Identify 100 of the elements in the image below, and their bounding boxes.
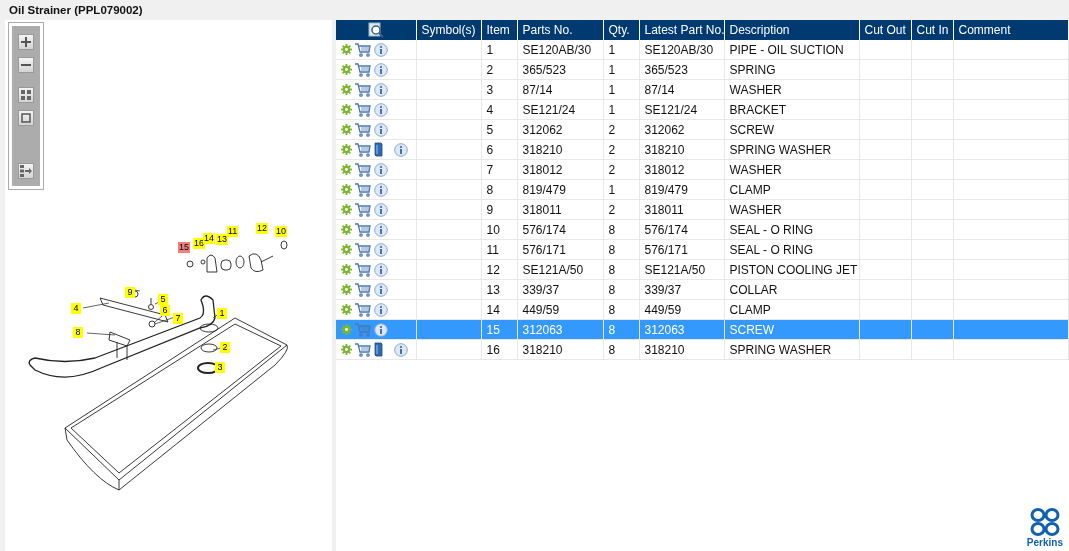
callout-label[interactable]: 8 (73, 327, 83, 338)
gear-icon[interactable] (341, 164, 352, 175)
column-header[interactable]: Symbol(s) (416, 20, 481, 40)
gear-icon[interactable] (341, 304, 352, 315)
callout-label[interactable]: 7 (173, 313, 183, 324)
info-icon[interactable] (374, 222, 388, 237)
info-icon[interactable] (374, 242, 388, 257)
info-icon[interactable] (374, 42, 388, 57)
gear-icon[interactable] (341, 44, 352, 55)
gear-icon[interactable] (341, 184, 352, 195)
shopping-cart-icon[interactable] (355, 242, 371, 257)
shopping-cart-icon[interactable] (355, 302, 371, 317)
shopping-cart-icon[interactable] (355, 282, 371, 297)
info-icon[interactable] (374, 122, 388, 137)
shopping-cart-icon[interactable] (355, 82, 371, 97)
gear-icon[interactable] (341, 344, 352, 355)
info-icon[interactable] (374, 162, 388, 177)
shopping-cart-icon[interactable] (355, 342, 371, 357)
parts-row[interactable]: 11 576/171 8 576/171 SEAL - O RING (336, 239, 1069, 260)
zoom-out-button[interactable] (18, 57, 34, 73)
info-icon[interactable] (394, 142, 408, 157)
export-button[interactable] (18, 163, 34, 179)
table-cell: 8 (603, 259, 639, 280)
info-icon[interactable] (374, 282, 388, 297)
gear-icon[interactable] (341, 224, 352, 235)
parts-row[interactable]: 3 87/14 1 87/14 WASHER (336, 79, 1069, 100)
column-header[interactable]: Item (481, 20, 517, 40)
shopping-cart-icon[interactable] (355, 202, 371, 217)
parts-row[interactable]: 12 SE121A/50 8 SE121A/50 PISTON COOLING JET (336, 259, 1069, 280)
table-cell: 312063 (639, 319, 724, 340)
table-cell: SEAL - O RING (724, 239, 859, 260)
shopping-cart-icon[interactable] (355, 122, 371, 137)
gear-icon[interactable] (341, 284, 352, 295)
search-icon[interactable] (367, 22, 384, 38)
shopping-cart-icon[interactable] (355, 222, 371, 237)
shopping-cart-icon[interactable] (355, 182, 371, 197)
info-icon[interactable] (394, 342, 408, 357)
column-header[interactable]: Parts No. (517, 20, 603, 40)
info-icon[interactable] (374, 302, 388, 317)
parts-row[interactable]: 7 318012 2 318012 WASHER (336, 159, 1069, 180)
info-icon[interactable] (374, 182, 388, 197)
table-cell: 15 (481, 319, 517, 340)
parts-row[interactable]: 13 339/37 8 339/37 COLLAR (336, 279, 1069, 300)
column-header[interactable]: Latest Part No. (639, 20, 724, 40)
callout-label[interactable]: 2 (220, 342, 230, 353)
info-icon[interactable] (374, 82, 388, 97)
shopping-cart-icon[interactable] (355, 162, 371, 177)
parts-row[interactable]: 10 576/174 8 576/174 SEAL - O RING (336, 219, 1069, 240)
document-icon[interactable] (374, 142, 383, 157)
callout-label[interactable]: 9 (125, 287, 135, 298)
gear-icon[interactable] (341, 104, 352, 115)
callout-label[interactable]: 13 (216, 234, 228, 245)
callout-label[interactable]: 3 (215, 362, 225, 373)
table-cell: 7 (481, 159, 517, 180)
table-cell: 14 (481, 299, 517, 320)
info-icon[interactable] (374, 102, 388, 117)
shopping-cart-icon[interactable] (355, 42, 371, 57)
column-header[interactable]: Description (724, 20, 859, 40)
document-icon[interactable] (374, 342, 383, 357)
gear-icon[interactable] (341, 64, 352, 75)
gear-icon[interactable] (341, 204, 352, 215)
gear-icon[interactable] (341, 244, 352, 255)
gear-icon[interactable] (341, 324, 352, 335)
shopping-cart-icon[interactable] (355, 62, 371, 77)
fit-view-button[interactable] (18, 110, 34, 126)
callout-label[interactable]: 6 (160, 305, 170, 316)
parts-row[interactable]: 1 SE120AB/30 1 SE120AB/30 PIPE - OIL SUCTION (336, 40, 1069, 60)
column-header[interactable]: Qty. (603, 20, 639, 40)
parts-row[interactable]: 5 312062 2 312062 SCREW (336, 119, 1069, 140)
column-header[interactable]: Cut In (911, 20, 953, 40)
callout-label[interactable]: 15 (178, 242, 190, 253)
parts-row[interactable]: 6 318210 2 318210 SPRING WASHER (336, 139, 1069, 160)
callout-label[interactable]: 4 (71, 303, 81, 314)
parts-row[interactable]: 14 449/59 8 449/59 CLAMP (336, 299, 1069, 320)
zoom-in-button[interactable] (18, 34, 34, 50)
gear-icon[interactable] (341, 124, 352, 135)
callout-label[interactable]: 12 (256, 223, 268, 234)
column-header[interactable]: Cut Out (859, 20, 911, 40)
column-header[interactable]: Comment (953, 20, 1069, 40)
shopping-cart-icon[interactable] (355, 262, 371, 277)
info-icon[interactable] (374, 262, 388, 277)
parts-row[interactable]: 8 819/479 1 819/479 CLAMP (336, 179, 1069, 200)
parts-row[interactable]: 4 SE121/24 1 SE121/24 BRACKET (336, 99, 1069, 120)
callout-label[interactable]: 11 (227, 226, 239, 237)
shopping-cart-icon[interactable] (355, 142, 371, 157)
callout-label[interactable]: 5 (158, 294, 168, 305)
info-icon[interactable] (374, 322, 388, 337)
info-icon[interactable] (374, 62, 388, 77)
callout-label[interactable]: 1 (217, 308, 227, 319)
parts-row[interactable]: 9 318011 2 318011 WASHER (336, 199, 1069, 220)
callout-label[interactable]: 10 (275, 226, 287, 237)
gear-icon[interactable] (341, 144, 352, 155)
parts-row[interactable]: 2 365/523 1 365/523 SPRING (336, 59, 1069, 80)
gear-icon[interactable] (341, 84, 352, 95)
tile-view-button[interactable] (18, 87, 34, 103)
info-icon[interactable] (374, 202, 388, 217)
shopping-cart-icon[interactable] (355, 102, 371, 117)
parts-row[interactable]: 16 318210 8 318210 SPRING WASHER (336, 339, 1069, 360)
gear-icon[interactable] (341, 264, 352, 275)
callout-label[interactable]: 14 (203, 233, 215, 244)
